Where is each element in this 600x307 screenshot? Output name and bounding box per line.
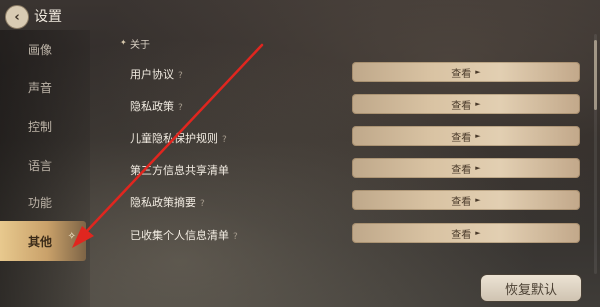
row-label: 儿童隐私保护规则 (130, 132, 218, 145)
sparkle-icon: ✧ (67, 231, 76, 242)
view-button-label: 查看 (451, 164, 472, 176)
chevron-left-icon: ‹ (14, 9, 20, 25)
play-arrow-icon: ► (475, 164, 481, 172)
sidebar-item-label: 声音 (28, 80, 53, 95)
play-arrow-icon: ► (475, 229, 481, 237)
help-icon[interactable]: ? (178, 71, 183, 81)
sidebar-item-label: 其他 (28, 234, 53, 249)
page-title: 设置 (34, 9, 62, 25)
section-marker-icon: ✦ (120, 38, 127, 47)
help-icon[interactable]: ? (222, 135, 227, 145)
annotation-arrow (72, 43, 264, 248)
row-label: 隐私政策摘要 (130, 196, 196, 209)
reset-defaults-label: 恢复默认 (504, 282, 557, 298)
help-icon[interactable]: ? (200, 199, 205, 209)
view-button[interactable]: 查看 ► (352, 126, 580, 146)
sidebar-item-sound[interactable]: 声音 (0, 73, 82, 101)
view-button[interactable]: 查看 ► (352, 190, 580, 210)
sidebar-item-label: 画像 (28, 42, 53, 57)
list-item: 隐私政策摘要? 查看 ► (122, 189, 588, 213)
play-arrow-icon: ► (475, 196, 481, 204)
row-label: 隐私政策 (130, 100, 174, 113)
view-button-label: 查看 (451, 100, 472, 112)
sidebar-item-label: 功能 (28, 195, 53, 210)
view-button-label: 查看 (451, 196, 472, 208)
scrollbar-thumb[interactable] (594, 40, 597, 110)
view-button-label: 查看 (451, 229, 472, 241)
play-arrow-icon: ► (475, 100, 481, 108)
list-item: 儿童隐私保护规则? 查看 ► (122, 125, 588, 149)
list-item: 第三方信息共享清单 查看 ► (122, 157, 588, 181)
section-title: 关于 (130, 40, 150, 51)
play-arrow-icon: ► (475, 68, 481, 76)
back-button[interactable]: ‹ (5, 5, 29, 29)
sidebar-item-other[interactable]: 其他 ✧ (0, 221, 86, 261)
reset-defaults-button[interactable]: 恢复默认 (481, 275, 581, 301)
list-item: 已收集个人信息清单? 查看 ► (122, 222, 588, 246)
play-arrow-icon: ► (475, 132, 481, 140)
sidebar-item-features[interactable]: 功能 (0, 188, 82, 216)
sidebar-item-label: 控制 (28, 119, 53, 134)
view-button-label: 查看 (451, 132, 472, 144)
sidebar-item-graphics[interactable]: 画像 (0, 35, 82, 63)
help-icon[interactable]: ? (178, 103, 183, 113)
sidebar-item-label: 语言 (28, 158, 53, 173)
sidebar-item-language[interactable]: 语言 (0, 151, 82, 179)
help-icon[interactable]: ? (233, 232, 238, 242)
list-item: 隐私政策? 查看 ► (122, 93, 588, 117)
view-button[interactable]: 查看 ► (352, 94, 580, 114)
sidebar-item-controls[interactable]: 控制 (0, 112, 82, 140)
list-item: 用户协议? 查看 ► (122, 61, 588, 85)
row-label: 用户协议 (130, 68, 174, 81)
view-button[interactable]: 查看 ► (352, 62, 580, 82)
view-button[interactable]: 查看 ► (352, 158, 580, 178)
sidebar: 画像 声音 控制 语言 功能 其他 ✧ (0, 30, 90, 307)
view-button[interactable]: 查看 ► (352, 223, 580, 243)
row-label: 已收集个人信息清单 (130, 229, 229, 242)
row-label: 第三方信息共享清单 (130, 164, 229, 177)
view-button-label: 查看 (451, 68, 472, 80)
